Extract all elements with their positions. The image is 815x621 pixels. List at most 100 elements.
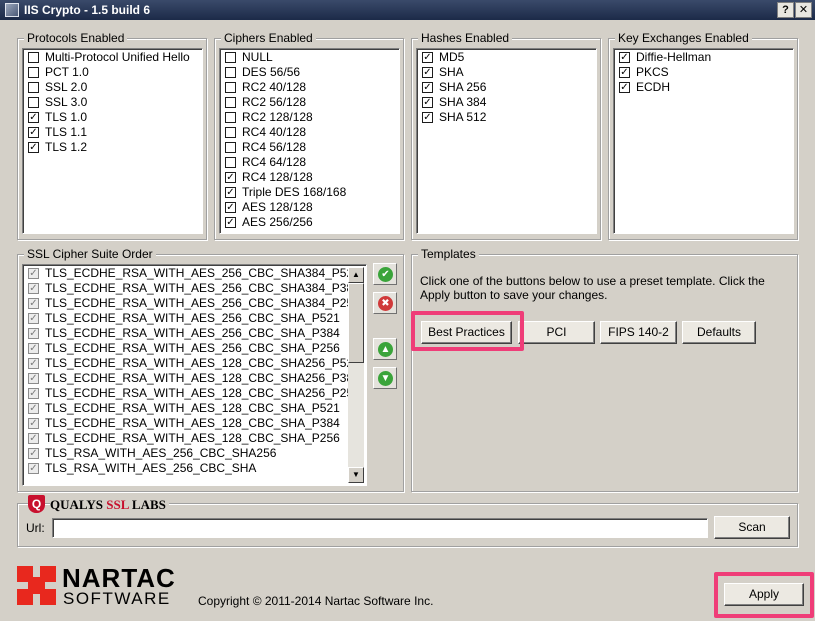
checkbox-checked[interactable]: ✓ — [225, 172, 236, 183]
checkbox-item[interactable]: ✓ AES 256/256 — [220, 215, 399, 230]
checkbox-item[interactable]: ✓ TLS 1.0 — [23, 110, 202, 125]
cipher-suite-item[interactable]: ✓ TLS_ECDHE_RSA_WITH_AES_256_CBC_SHA384_P… — [23, 281, 366, 296]
checkbox-checked[interactable]: ✓ — [225, 187, 236, 198]
key-exchanges-list[interactable]: ✓ Diffie-Hellman ✓ PKCS ✓ ECDH — [613, 48, 794, 234]
checkbox-item[interactable]: SSL 2.0 — [23, 80, 202, 95]
checkbox-item[interactable]: Multi-Protocol Unified Hello — [23, 50, 202, 65]
checkbox-unchecked[interactable] — [225, 112, 236, 123]
checkbox-checked[interactable]: ✓ — [28, 418, 39, 429]
checkbox-unchecked[interactable] — [225, 157, 236, 168]
checkbox-checked[interactable]: ✓ — [422, 112, 433, 123]
checkbox-item[interactable]: DES 56/56 — [220, 65, 399, 80]
checkbox-unchecked[interactable] — [225, 127, 236, 138]
checkbox-item[interactable]: ✓ ECDH — [614, 80, 793, 95]
checkbox-checked[interactable]: ✓ — [28, 448, 39, 459]
close-button[interactable]: ✕ — [795, 2, 812, 18]
checkbox-unchecked[interactable] — [28, 67, 39, 78]
scan-button[interactable]: Scan — [714, 516, 790, 539]
cipher-suite-item[interactable]: ✓ TLS_ECDHE_RSA_WITH_AES_128_CBC_SHA256_P… — [23, 386, 366, 401]
protocols-list[interactable]: Multi-Protocol Unified Hello PCT 1.0 SSL 2… — [22, 48, 203, 234]
help-button[interactable]: ? — [777, 2, 794, 18]
checkbox-item[interactable]: ✓ TLS 1.1 — [23, 125, 202, 140]
cipher-suite-item[interactable]: ✓ TLS_ECDHE_RSA_WITH_AES_256_CBC_SHA_P384 — [23, 326, 366, 341]
checkbox-unchecked[interactable] — [225, 142, 236, 153]
checkbox-item[interactable]: RC4 56/128 — [220, 140, 399, 155]
checkbox-item[interactable]: ✓ Diffie-Hellman — [614, 50, 793, 65]
cipher-suite-item[interactable]: ✓ TLS_ECDHE_RSA_WITH_AES_128_CBC_SHA_P384 — [23, 416, 366, 431]
checkbox-unchecked[interactable] — [28, 97, 39, 108]
checkbox-checked[interactable]: ✓ — [28, 142, 39, 153]
cipher-suite-item[interactable]: ✓ TLS_ECDHE_RSA_WITH_AES_256_CBC_SHA_P521 — [23, 311, 366, 326]
checkbox-checked[interactable]: ✓ — [422, 97, 433, 108]
checkbox-checked[interactable]: ✓ — [28, 112, 39, 123]
checkbox-item[interactable]: ✓ Triple DES 168/168 — [220, 185, 399, 200]
checkbox-checked[interactable]: ✓ — [28, 373, 39, 384]
checkbox-unchecked[interactable] — [225, 67, 236, 78]
checkbox-item[interactable]: ✓ MD5 — [417, 50, 596, 65]
checkbox-checked[interactable]: ✓ — [28, 127, 39, 138]
checkbox-checked[interactable]: ✓ — [422, 52, 433, 63]
url-input[interactable] — [52, 518, 708, 538]
checkbox-item[interactable]: ✓ SHA 256 — [417, 80, 596, 95]
checkbox-item[interactable]: ✓ PKCS — [614, 65, 793, 80]
checkbox-item[interactable]: PCT 1.0 — [23, 65, 202, 80]
checkbox-item[interactable]: RC2 40/128 — [220, 80, 399, 95]
checkbox-checked[interactable]: ✓ — [422, 82, 433, 93]
checkbox-checked[interactable]: ✓ — [225, 202, 236, 213]
checkbox-item[interactable]: NULL — [220, 50, 399, 65]
cipher-suite-item[interactable]: ✓ TLS_ECDHE_RSA_WITH_AES_256_CBC_SHA384_P… — [23, 296, 366, 311]
checkbox-item[interactable]: ✓ SHA 384 — [417, 95, 596, 110]
checkbox-item[interactable]: RC4 64/128 — [220, 155, 399, 170]
checkbox-item[interactable]: RC4 40/128 — [220, 125, 399, 140]
apply-button[interactable]: Apply — [724, 583, 804, 606]
checkbox-checked[interactable]: ✓ — [28, 388, 39, 399]
checkbox-checked[interactable]: ✓ — [28, 328, 39, 339]
checkbox-item[interactable]: RC2 56/128 — [220, 95, 399, 110]
cipher-suite-list[interactable]: ✓ TLS_ECDHE_RSA_WITH_AES_256_CBC_SHA384_P… — [22, 264, 367, 486]
checkbox-unchecked[interactable] — [225, 52, 236, 63]
cipher-suite-item[interactable]: ✓ TLS_ECDHE_RSA_WITH_AES_128_CBC_SHA256_P… — [23, 371, 366, 386]
checkbox-item[interactable]: ✓ SHA — [417, 65, 596, 80]
hashes-list[interactable]: ✓ MD5 ✓ SHA ✓ SHA 256 ✓ SHA 384 ✓ SHA 512 — [416, 48, 597, 234]
checkbox-item[interactable]: RC2 128/128 — [220, 110, 399, 125]
checkbox-checked[interactable]: ✓ — [28, 268, 39, 279]
checkbox-unchecked[interactable] — [28, 82, 39, 93]
enable-suite-button[interactable]: ✔ — [373, 263, 397, 285]
checkbox-checked[interactable]: ✓ — [225, 217, 236, 228]
cipher-suite-item[interactable]: ✓ TLS_RSA_WITH_AES_256_CBC_SHA — [23, 461, 366, 476]
cipher-suite-item[interactable]: ✓ TLS_ECDHE_RSA_WITH_AES_128_CBC_SHA_P521 — [23, 401, 366, 416]
defaults-button[interactable]: Defaults — [682, 321, 756, 344]
checkbox-unchecked[interactable] — [225, 97, 236, 108]
checkbox-checked[interactable]: ✓ — [28, 313, 39, 324]
move-down-button[interactable]: ▼ — [373, 367, 397, 389]
scroll-thumb[interactable] — [348, 283, 364, 363]
fips-button[interactable]: FIPS 140-2 — [600, 321, 677, 344]
ciphers-list[interactable]: NULL DES 56/56 RC2 40/128 RC2 56/128 RC2 128… — [219, 48, 400, 234]
move-up-button[interactable]: ▲ — [373, 338, 397, 360]
checkbox-item[interactable]: ✓ TLS 1.2 — [23, 140, 202, 155]
checkbox-checked[interactable]: ✓ — [28, 463, 39, 474]
checkbox-unchecked[interactable] — [28, 52, 39, 63]
cipher-suite-item[interactable]: ✓ TLS_ECDHE_RSA_WITH_AES_128_CBC_SHA256_P… — [23, 356, 366, 371]
best-practices-button[interactable]: Best Practices — [421, 321, 512, 344]
cipher-suite-item[interactable]: ✓ TLS_ECDHE_RSA_WITH_AES_256_CBC_SHA384_P… — [23, 266, 366, 281]
pci-button[interactable]: PCI — [518, 321, 595, 344]
checkbox-checked[interactable]: ✓ — [619, 52, 630, 63]
checkbox-checked[interactable]: ✓ — [28, 283, 39, 294]
checkbox-checked[interactable]: ✓ — [28, 298, 39, 309]
checkbox-item[interactable]: SSL 3.0 — [23, 95, 202, 110]
cipher-suite-scrollbar[interactable]: ▲ ▼ — [348, 267, 364, 483]
cipher-suite-item[interactable]: ✓ TLS_ECDHE_RSA_WITH_AES_256_CBC_SHA_P256 — [23, 341, 366, 356]
scroll-down-arrow[interactable]: ▼ — [348, 467, 364, 483]
checkbox-item[interactable]: ✓ AES 128/128 — [220, 200, 399, 215]
cipher-suite-item[interactable]: ✓ TLS_ECDHE_RSA_WITH_AES_128_CBC_SHA_P256 — [23, 431, 366, 446]
checkbox-item[interactable]: ✓ RC4 128/128 — [220, 170, 399, 185]
checkbox-checked[interactable]: ✓ — [28, 343, 39, 354]
checkbox-checked[interactable]: ✓ — [28, 358, 39, 369]
disable-suite-button[interactable]: ✖ — [373, 292, 397, 314]
checkbox-checked[interactable]: ✓ — [422, 67, 433, 78]
checkbox-checked[interactable]: ✓ — [619, 67, 630, 78]
checkbox-unchecked[interactable] — [225, 82, 236, 93]
scroll-up-arrow[interactable]: ▲ — [348, 267, 364, 283]
checkbox-checked[interactable]: ✓ — [28, 433, 39, 444]
